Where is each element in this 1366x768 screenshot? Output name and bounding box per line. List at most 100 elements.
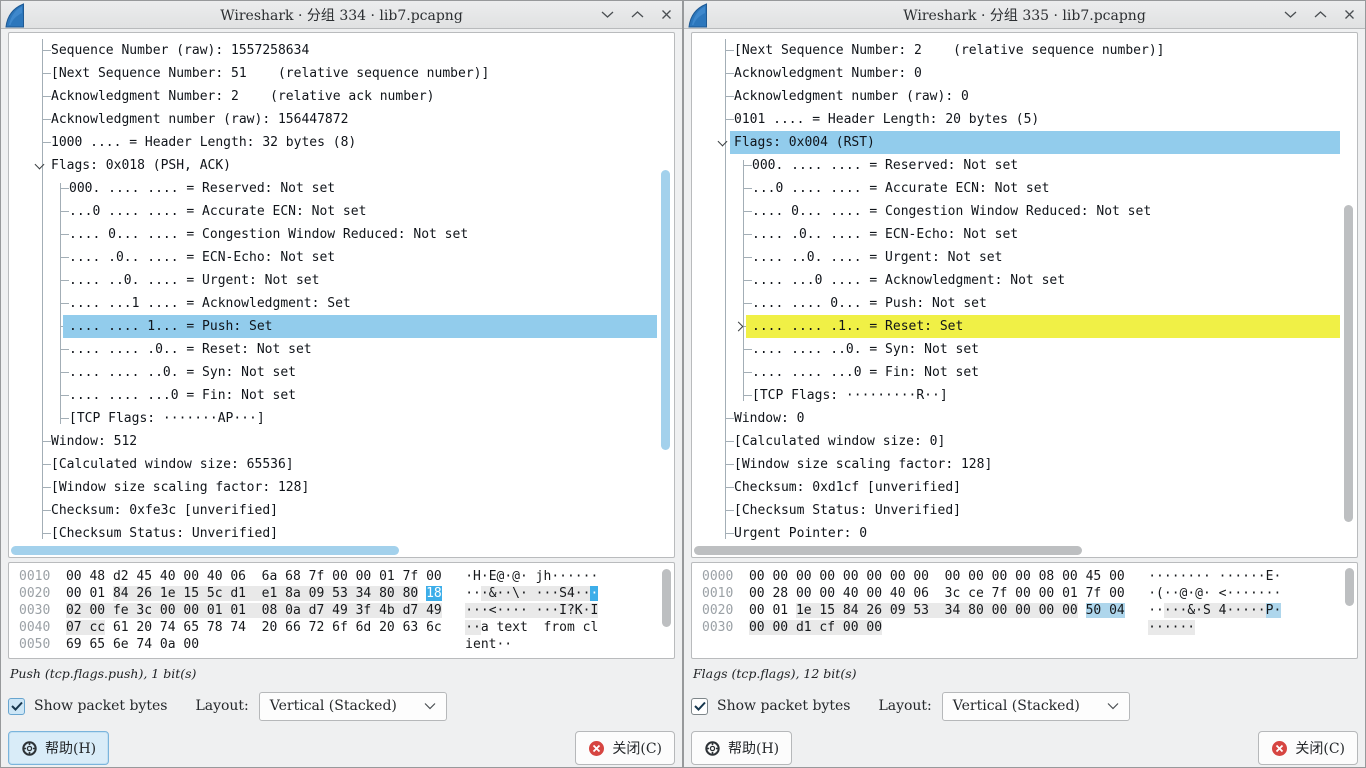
ascii-char[interactable]: 4 xyxy=(567,586,575,601)
hex-row[interactable]: 0010 00 28 00 00 40 00 40 06 3c ce 7f 00… xyxy=(702,585,1357,602)
hex-byte[interactable]: 00 xyxy=(749,603,765,618)
tree-row[interactable]: [Checksum Status: Unverified] xyxy=(692,499,1340,522)
ascii-char[interactable]: · xyxy=(1258,586,1266,601)
ascii-char[interactable]: I xyxy=(590,603,598,618)
hex-byte[interactable]: 34 xyxy=(945,603,961,618)
help-button[interactable]: 帮助(H) xyxy=(8,731,109,765)
ascii-char[interactable]: · xyxy=(575,569,583,584)
hex-row[interactable]: 0040 07 cc 61 20 74 65 78 74 20 66 72 6f… xyxy=(19,619,674,636)
hex-byte[interactable]: 00 xyxy=(183,569,199,584)
hex-byte[interactable]: 00 xyxy=(1039,586,1055,601)
hex-byte[interactable]: 18 xyxy=(426,586,442,601)
hex-byte[interactable]: 00 xyxy=(866,620,882,635)
hex-byte[interactable]: 50 xyxy=(1086,603,1102,618)
hex-byte[interactable]: 00 xyxy=(749,586,765,601)
hex-byte[interactable]: 65 xyxy=(183,620,199,635)
ascii-char[interactable]: · xyxy=(473,586,481,601)
ascii-char[interactable]: · xyxy=(1148,586,1156,601)
hex-byte[interactable]: 80 xyxy=(968,603,984,618)
ascii-char[interactable]: · xyxy=(1250,603,1258,618)
ascii-char[interactable]: · xyxy=(465,603,473,618)
hex-byte[interactable]: 00 xyxy=(749,569,765,584)
hex-byte[interactable]: 6e xyxy=(113,637,129,652)
ascii-char[interactable]: · xyxy=(504,586,512,601)
layout-select[interactable]: Vertical (Stacked) xyxy=(942,692,1130,721)
hex-byte[interactable]: 00 xyxy=(913,569,929,584)
hex-byte[interactable]: 07 xyxy=(66,620,82,635)
ascii-char[interactable]: · xyxy=(559,569,567,584)
tree-horizontal-scrollbar-thumb[interactable] xyxy=(694,546,1082,555)
tree-row[interactable]: .... .... ..0. = Syn: Not set xyxy=(9,361,657,384)
minimize-button[interactable] xyxy=(601,10,614,19)
tree-row[interactable]: 0101 .... = Header Length: 20 bytes (5) xyxy=(692,108,1340,131)
hex-byte[interactable]: d1 xyxy=(230,586,246,601)
hex-byte[interactable]: 00 xyxy=(945,569,961,584)
hex-byte[interactable]: 00 xyxy=(772,620,788,635)
hex-row[interactable]: 0030 02 00 fe 3c 00 00 01 01 08 0a d7 49… xyxy=(19,602,674,619)
hex-row[interactable]: 0050 69 65 6e 74 0a 00 ient·· xyxy=(19,636,674,653)
hex-byte[interactable]: 0a xyxy=(160,637,176,652)
ascii-char[interactable]: · xyxy=(590,569,598,584)
ascii-char[interactable]: · xyxy=(465,620,473,635)
help-button[interactable]: 帮助(H) xyxy=(691,731,792,765)
hex-byte[interactable]: 00 xyxy=(843,569,859,584)
tree-row[interactable]: [Calculated window size: 65536] xyxy=(9,453,657,476)
tree-row[interactable]: Acknowledgment number (raw): 156447872 xyxy=(9,108,657,131)
hex-byte[interactable]: 40 xyxy=(207,569,223,584)
hex-byte[interactable]: 01 xyxy=(89,586,105,601)
hex-byte[interactable]: 53 xyxy=(913,603,929,618)
ascii-char[interactable]: · xyxy=(504,569,512,584)
hex-byte[interactable]: ce xyxy=(968,586,984,601)
hex-byte[interactable]: 15 xyxy=(819,603,835,618)
hex-byte[interactable]: 01 xyxy=(1062,586,1078,601)
ascii-char[interactable]: & xyxy=(1187,603,1195,618)
hex-byte[interactable]: 49 xyxy=(426,603,442,618)
ascii-char[interactable]: ? xyxy=(567,603,575,618)
ascii-char[interactable]: · xyxy=(1187,569,1195,584)
ascii-char[interactable]: · xyxy=(1187,620,1195,635)
hex-byte[interactable]: 00 xyxy=(66,586,82,601)
ascii-char[interactable]: · xyxy=(551,586,559,601)
ascii-char[interactable]: n xyxy=(481,637,489,652)
hex-row[interactable]: 0010 00 48 d2 45 40 00 40 06 6a 68 7f 00… xyxy=(19,568,674,585)
hex-byte[interactable]: 00 xyxy=(843,620,859,635)
expander-closed-icon[interactable] xyxy=(734,322,744,332)
hex-byte[interactable]: 78 xyxy=(207,620,223,635)
hex-byte[interactable]: 00 xyxy=(772,569,788,584)
ascii-char[interactable]: · xyxy=(1164,603,1172,618)
ascii-char[interactable]: @ xyxy=(1195,586,1203,601)
tree-vertical-scrollbar-thumb[interactable] xyxy=(1344,205,1353,522)
hex-byte[interactable]: 00 xyxy=(89,603,105,618)
hex-byte[interactable]: 00 xyxy=(796,569,812,584)
ascii-char[interactable]: · xyxy=(590,586,598,601)
ascii-char[interactable]: · xyxy=(1203,586,1211,601)
ascii-char[interactable]: · xyxy=(551,603,559,618)
tree-row[interactable]: .... .... ...0 = Fin: Not set xyxy=(692,361,1340,384)
tree-row[interactable]: .... .... ..0. = Syn: Not set xyxy=(692,338,1340,361)
hex-byte[interactable]: cc xyxy=(89,620,105,635)
ascii-char[interactable]: · xyxy=(1164,620,1172,635)
hex-byte[interactable]: 84 xyxy=(843,603,859,618)
hex-byte[interactable]: 65 xyxy=(89,637,105,652)
tree-row[interactable]: Acknowledgment number (raw): 0 xyxy=(692,85,1340,108)
tree-row[interactable]: 000. .... .... = Reserved: Not set xyxy=(692,154,1340,177)
hex-byte[interactable]: 00 xyxy=(968,569,984,584)
hex-byte[interactable]: 20 xyxy=(262,620,278,635)
hex-byte[interactable]: 15 xyxy=(183,586,199,601)
hex-byte[interactable]: 01 xyxy=(207,603,223,618)
ascii-char[interactable]: H xyxy=(473,569,481,584)
hex-byte[interactable]: 00 xyxy=(796,586,812,601)
hex-byte[interactable]: 49 xyxy=(332,603,348,618)
tree-row[interactable]: Window: 0 xyxy=(692,407,1340,430)
ascii-char[interactable]: < xyxy=(489,603,497,618)
hex-byte[interactable]: 72 xyxy=(309,620,325,635)
hex-byte[interactable]: 80 xyxy=(403,586,419,601)
ascii-char[interactable]: · xyxy=(1172,586,1180,601)
tree-row[interactable]: ...0 .... .... = Accurate ECN: Not set xyxy=(9,200,657,223)
tree-row[interactable]: Checksum: 0xfe3c [unverified] xyxy=(9,499,657,522)
ascii-char[interactable]: \ xyxy=(512,586,520,601)
hex-byte[interactable]: 8a xyxy=(285,586,301,601)
ascii-char[interactable] xyxy=(575,620,583,635)
ascii-char[interactable]: · xyxy=(520,603,528,618)
ascii-char[interactable]: S xyxy=(1203,603,1211,618)
